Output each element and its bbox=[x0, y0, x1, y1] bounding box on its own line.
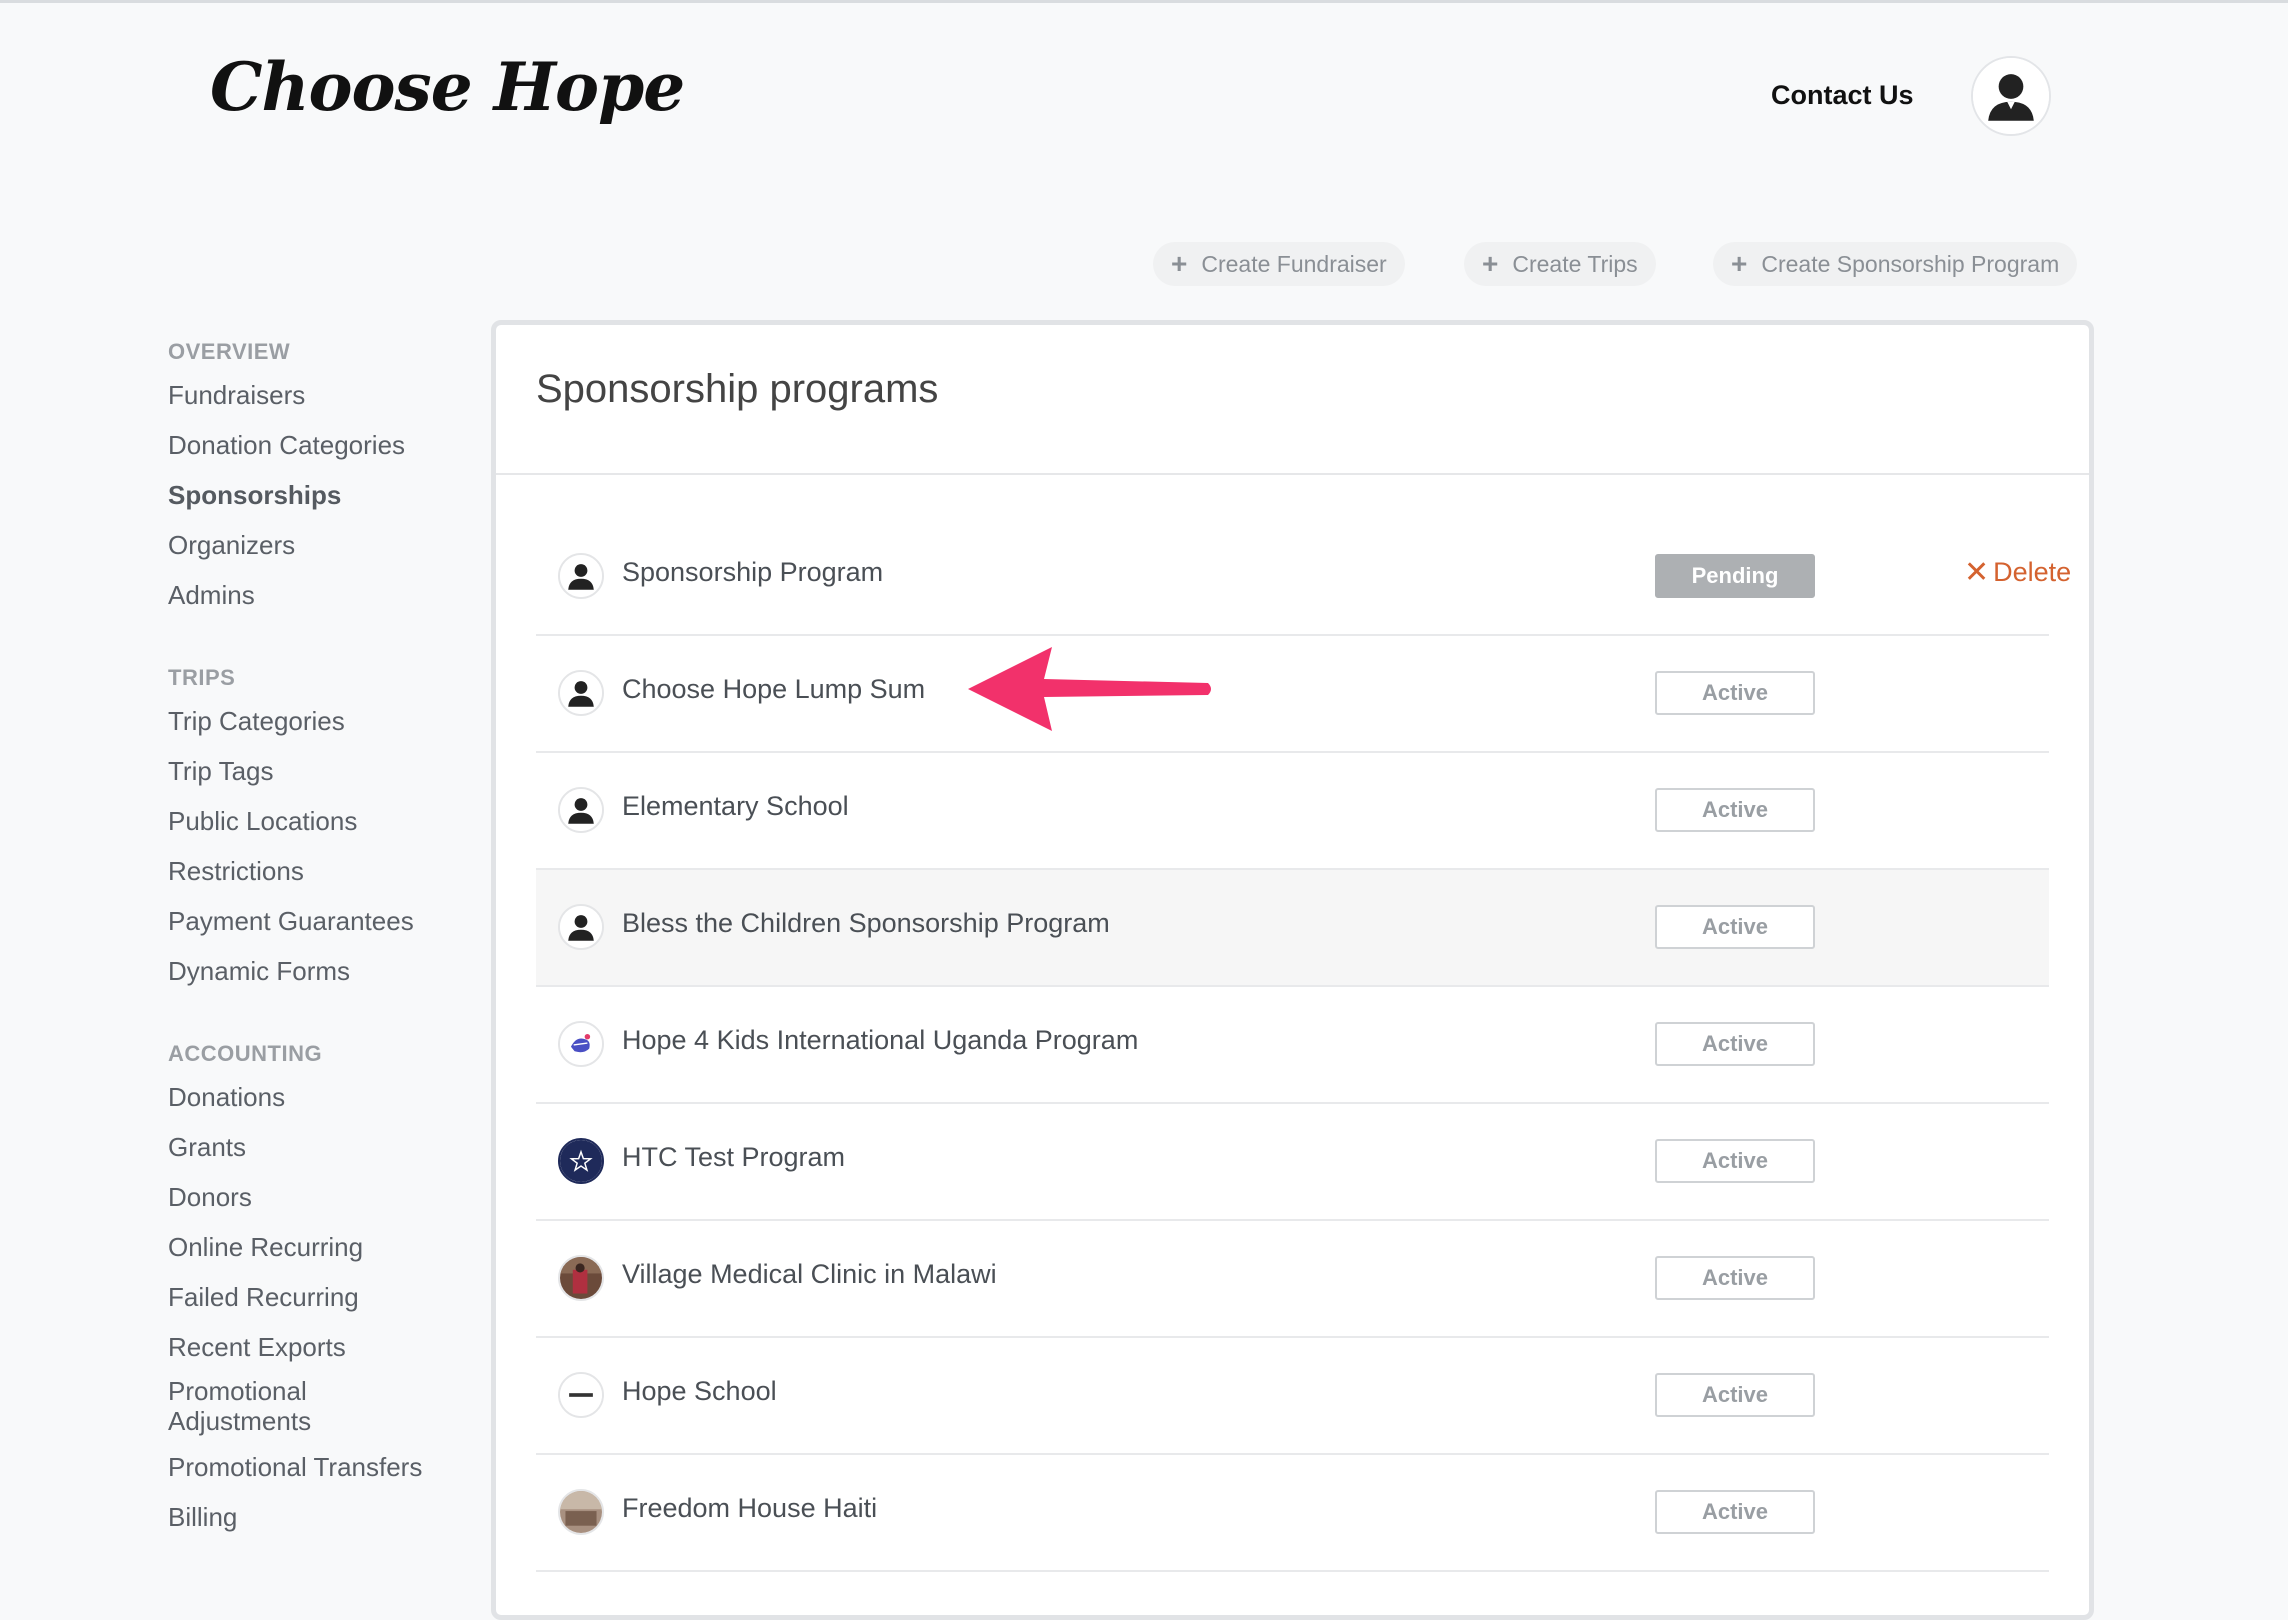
user-silhouette-icon bbox=[558, 904, 604, 950]
program-row[interactable]: HTC Test Program Active bbox=[536, 1104, 2049, 1221]
program-name[interactable]: Choose Hope Lump Sum bbox=[622, 674, 925, 705]
create-trips-label: Create Trips bbox=[1512, 250, 1638, 277]
program-name[interactable]: Freedom House Haiti bbox=[622, 1493, 877, 1524]
sidebar-section-trips: TRIPS bbox=[168, 665, 236, 690]
sidebar-item-sponsorships[interactable]: Sponsorships bbox=[168, 470, 468, 520]
sidebar-item-recent-exports[interactable]: Recent Exports bbox=[168, 1322, 468, 1372]
sidebar-item-billing[interactable]: Billing bbox=[168, 1492, 468, 1542]
status-badge: Active bbox=[1655, 671, 1815, 715]
plus-icon: + bbox=[1482, 248, 1499, 279]
sidebar-item-donations[interactable]: Donations bbox=[168, 1072, 468, 1122]
program-row[interactable]: Hope 4 Kids International Uganda Program… bbox=[536, 987, 2049, 1104]
user-silhouette-icon bbox=[558, 670, 604, 716]
sidebar-section-accounting: ACCOUNTING bbox=[168, 1041, 323, 1066]
sidebar-item-promotional-adjustments[interactable]: Promotional Adjustments bbox=[168, 1372, 328, 1442]
top-border bbox=[0, 0, 2288, 3]
close-icon: ✕ bbox=[1964, 556, 1990, 589]
status-badge: Active bbox=[1655, 905, 1815, 949]
status-badge: Pending bbox=[1655, 554, 1815, 598]
program-name[interactable]: Hope School bbox=[622, 1376, 777, 1407]
sidebar-item-donors[interactable]: Donors bbox=[168, 1172, 468, 1222]
sidebar-item-payment-guarantees[interactable]: Payment Guarantees bbox=[168, 896, 468, 946]
sidebar-item-donation-categories[interactable]: Donation Categories bbox=[168, 420, 468, 470]
sponsorship-programs-panel: Sponsorship programs Sponsorship Program… bbox=[491, 320, 2094, 1620]
program-row[interactable]: Freedom House Haiti Active bbox=[536, 1455, 2049, 1572]
star-logo-icon bbox=[558, 1138, 604, 1184]
sidebar-item-restrictions[interactable]: Restrictions bbox=[168, 846, 468, 896]
create-sponsorship-program-label: Create Sponsorship Program bbox=[1761, 250, 2060, 277]
create-trips-button[interactable]: + Create Trips bbox=[1464, 242, 1656, 286]
sidebar-item-failed-recurring[interactable]: Failed Recurring bbox=[168, 1272, 468, 1322]
photo-thumbnail-icon bbox=[558, 1489, 604, 1535]
sidebar-item-fundraisers[interactable]: Fundraisers bbox=[168, 370, 468, 420]
annotation-arrow-icon bbox=[968, 647, 1211, 731]
program-name[interactable]: Elementary School bbox=[622, 791, 849, 822]
program-row[interactable]: Bless the Children Sponsorship Program A… bbox=[536, 870, 2049, 987]
user-silhouette-icon bbox=[558, 553, 604, 599]
plus-icon: + bbox=[1171, 248, 1188, 279]
sidebar-item-organizers[interactable]: Organizers bbox=[168, 520, 468, 570]
user-avatar-button[interactable] bbox=[1971, 56, 2051, 136]
status-badge: Active bbox=[1655, 1373, 1815, 1417]
program-name[interactable]: Village Medical Clinic in Malawi bbox=[622, 1259, 997, 1290]
create-fundraiser-label: Create Fundraiser bbox=[1201, 250, 1387, 277]
program-name[interactable]: Hope 4 Kids International Uganda Program bbox=[622, 1025, 1138, 1056]
choose-hope-logo[interactable]: Choose Hope bbox=[210, 48, 685, 126]
contact-us-link[interactable]: Contact Us bbox=[1771, 80, 1914, 111]
sidebar-item-dynamic-forms[interactable]: Dynamic Forms bbox=[168, 946, 468, 996]
program-row[interactable]: Village Medical Clinic in Malawi Active bbox=[536, 1221, 2049, 1338]
program-name[interactable]: Sponsorship Program bbox=[622, 557, 883, 588]
delete-button[interactable]: ✕ Delete bbox=[1964, 555, 2071, 590]
program-name[interactable]: HTC Test Program bbox=[622, 1142, 845, 1173]
program-name[interactable]: Bless the Children Sponsorship Program bbox=[622, 908, 1110, 939]
sidebar-section-overview: OVERVIEW bbox=[168, 339, 291, 364]
photo-thumbnail-icon bbox=[558, 1255, 604, 1301]
sidebar-item-online-recurring[interactable]: Online Recurring bbox=[168, 1222, 468, 1272]
hope4kids-logo-icon bbox=[558, 1021, 604, 1067]
create-fundraiser-button[interactable]: + Create Fundraiser bbox=[1153, 242, 1405, 286]
sidebar-item-trip-categories[interactable]: Trip Categories bbox=[168, 696, 468, 746]
sidebar-item-public-locations[interactable]: Public Locations bbox=[168, 796, 468, 846]
sidebar-item-admins[interactable]: Admins bbox=[168, 570, 468, 620]
panel-divider bbox=[496, 473, 2089, 475]
school-logo-icon bbox=[558, 1372, 604, 1418]
program-row[interactable]: Choose Hope Lump Sum Active bbox=[536, 636, 2049, 753]
delete-label: Delete bbox=[1993, 557, 2072, 587]
programs-list: Sponsorship Program Pending ✕ Delete Cho… bbox=[536, 519, 2071, 1572]
sidebar-item-trip-tags[interactable]: Trip Tags bbox=[168, 746, 468, 796]
user-silhouette-icon bbox=[1973, 58, 2049, 134]
program-row[interactable]: Elementary School Active bbox=[536, 753, 2049, 870]
create-sponsorship-program-button[interactable]: + Create Sponsorship Program bbox=[1713, 242, 2078, 286]
program-row[interactable]: Sponsorship Program Pending ✕ Delete bbox=[536, 519, 2071, 636]
status-badge: Active bbox=[1655, 1490, 1815, 1534]
status-badge: Active bbox=[1655, 788, 1815, 832]
plus-icon: + bbox=[1731, 248, 1748, 279]
status-badge: Active bbox=[1655, 1022, 1815, 1066]
status-badge: Active bbox=[1655, 1256, 1815, 1300]
sidebar-item-promotional-transfers[interactable]: Promotional Transfers bbox=[168, 1442, 468, 1492]
program-row[interactable]: Hope School Active bbox=[536, 1338, 2049, 1455]
user-silhouette-icon bbox=[558, 787, 604, 833]
sidebar-nav: OVERVIEW Fundraisers Donation Categories… bbox=[168, 334, 468, 1542]
status-badge: Active bbox=[1655, 1139, 1815, 1183]
page-title: Sponsorship programs bbox=[536, 367, 939, 411]
sidebar-item-grants[interactable]: Grants bbox=[168, 1122, 468, 1172]
